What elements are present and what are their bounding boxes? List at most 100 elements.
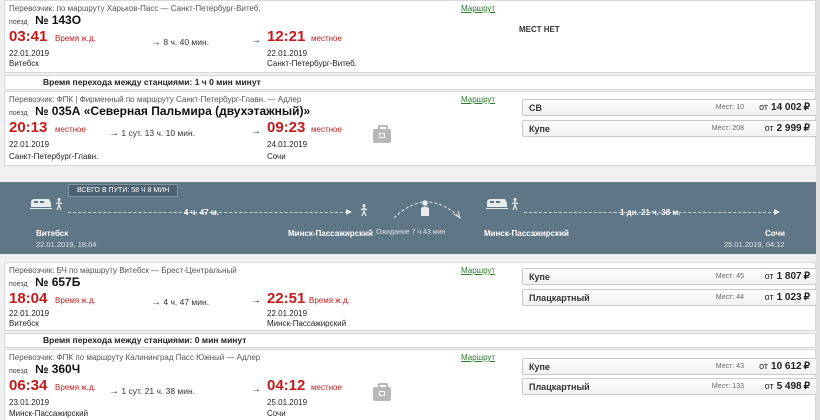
- train-number: № 360Ч: [35, 362, 81, 376]
- train-label: поезд: [9, 368, 28, 375]
- destination-station: Сочи: [765, 229, 786, 238]
- fare-price: от 1 807 ₽: [764, 271, 810, 282]
- origin-datetime: 22.01.2019, 18:04: [36, 240, 97, 249]
- departure-time: 03:41: [9, 28, 48, 45]
- fare-option-platskart[interactable]: Плацкартный Мест: 133 от 5 498 ₽: [522, 378, 817, 395]
- arrow-right-icon: →: [251, 295, 261, 306]
- arrival-time-note: местное: [311, 34, 342, 43]
- fare-class: Купе: [529, 272, 550, 282]
- leg1-duration: 4 ч. 47 м.: [184, 208, 220, 217]
- fare-option-kupe[interactable]: Купе Мест: 45 от 1 807 ₽: [522, 268, 817, 285]
- transfer-station-departure: Минск-Пассажирский: [484, 229, 569, 238]
- fare-option-platskart[interactable]: Плацкартный Мест: 44 от 1 023 ₽: [522, 289, 817, 306]
- fare-seats: Мест: 44: [715, 294, 744, 301]
- scrollbar[interactable]: [816, 0, 820, 420]
- carrier-info: Перевозчик: БЧ по маршруту Витебск — Бре…: [9, 266, 237, 275]
- fare-price: от 2 999 ₽: [764, 123, 810, 134]
- arrival-date: 24.01.2019: [267, 140, 308, 149]
- fare-price: от 14 002 ₽: [759, 102, 810, 113]
- transfer-time-bar: Время перехода между станциями: 1 ч 0 ми…: [4, 75, 816, 90]
- departure-time-note: Время ж.д.: [55, 34, 96, 43]
- arrow-right-icon: →: [109, 386, 119, 397]
- fare-price: от 1 023 ₽: [764, 292, 810, 303]
- trip-duration: → 1 сут. 21 ч. 38 мин.: [109, 386, 195, 397]
- departure-station: Санкт-Петербург-Главн.: [9, 152, 99, 161]
- walking-person-icon: [511, 198, 519, 210]
- waiting-time: Ожидание 7 ч 43 мин: [376, 229, 446, 236]
- waiting-person-icon: [421, 200, 429, 216]
- departure-time: 18:04: [9, 290, 48, 307]
- arrival-time: 12:21: [267, 28, 306, 45]
- arrival-date: 25.01.2019: [267, 398, 308, 407]
- arrival-time: 04:12: [267, 377, 306, 394]
- train-card-657: Перевозчик: БЧ по маршруту Витебск — Бре…: [4, 262, 817, 331]
- route-link[interactable]: Маршрут: [461, 95, 495, 104]
- duration-text: 4 ч. 47 мин.: [163, 297, 210, 307]
- arrow-right-icon: →: [151, 37, 161, 48]
- route-link[interactable]: Маршрут: [461, 266, 495, 275]
- leg2-arrow-icon: [774, 209, 780, 215]
- fare-class: Плацкартный: [529, 382, 590, 392]
- walking-person-icon: [360, 204, 368, 216]
- arrival-time: 09:23: [267, 119, 306, 136]
- departure-station: Витебск: [9, 319, 39, 328]
- fare-option-kupe[interactable]: Купе Мест: 208 от 2 999 ₽: [522, 120, 817, 137]
- departure-time-note: Время ж.д.: [55, 296, 96, 305]
- destination-datetime: 25.01.2019, 04:12: [724, 240, 785, 249]
- fare-seats: Мест: 208: [711, 125, 744, 132]
- origin-station: Витебск: [36, 229, 69, 238]
- departure-time-note: местное: [55, 125, 86, 134]
- duration-text: 8 ч. 40 мин.: [163, 37, 210, 47]
- departure-station: Витебск: [9, 59, 39, 68]
- arrival-time-note: Время ж.д.: [309, 296, 350, 305]
- carrier-info: Перевозчик: ФПК | Фирменный по маршруту …: [9, 95, 302, 104]
- train-card-360: Перевозчик: ФПК по маршруту Калининград …: [4, 349, 817, 420]
- arrow-right-icon: →: [251, 35, 261, 46]
- route-summary-panel: ВСЕГО В ПУТИ: 58 Ч 8 МИН 4 ч. 47 м. 1 дн…: [0, 182, 820, 254]
- arrow-right-icon: →: [109, 128, 119, 139]
- fare-class: Купе: [529, 124, 550, 134]
- arrival-date: 22.01.2019: [267, 49, 308, 58]
- duration-text: 1 сут. 21 ч. 38 мин.: [121, 386, 196, 396]
- train-label: поезд: [9, 281, 28, 288]
- route-link[interactable]: Маршрут: [461, 353, 495, 362]
- departure-station: Минск-Пассажирский: [9, 409, 89, 418]
- trip-duration: → 8 ч. 40 мин.: [151, 37, 209, 48]
- train-card-035: Перевозчик: ФПК | Фирменный по маршруту …: [4, 91, 817, 166]
- baggage-icon: [373, 125, 391, 143]
- departure-date: 23.01.2019: [9, 398, 50, 407]
- train-number: № 143О: [35, 13, 82, 27]
- trip-duration: → 4 ч. 47 мин.: [151, 297, 209, 308]
- trip-duration: → 1 сут. 13 ч. 10 мин.: [109, 128, 195, 139]
- train-label: поезд: [9, 19, 28, 26]
- fare-class: Купе: [529, 362, 550, 372]
- arrival-station: Сочи: [267, 409, 286, 418]
- fare-class: СВ: [529, 103, 542, 113]
- train-number: № 035А «Северная Пальмира (двухэтажный)»: [35, 104, 311, 118]
- arrow-right-icon: →: [251, 126, 261, 137]
- leg2-duration: 1 дн. 21 ч. 38 м.: [620, 208, 681, 217]
- fare-seats: Мест: 133: [711, 383, 744, 390]
- departure-date: 22.01.2019: [9, 309, 50, 318]
- arrival-station: Сочи: [267, 152, 286, 161]
- fare-option-kupe[interactable]: Купе Мест: 43 от 10 612 ₽: [522, 358, 817, 375]
- fare-price: от 10 612 ₽: [759, 361, 810, 372]
- train-icon: [486, 199, 508, 209]
- walking-person-icon: [55, 198, 63, 210]
- departure-date: 22.01.2019: [9, 140, 50, 149]
- fare-class: Плацкартный: [529, 293, 590, 303]
- departure-time-note: Время ж.д.: [55, 383, 96, 392]
- departure-time: 06:34: [9, 377, 48, 394]
- arrival-station: Санкт-Петербург-Витеб.: [267, 59, 357, 68]
- carrier-info: Перевозчик: ФПК по маршруту Калининград …: [9, 353, 261, 362]
- arrival-station: Минск-Пассажирский: [267, 319, 347, 328]
- leg1-arrow-icon: [346, 209, 352, 215]
- fare-seats: Мест: 43: [715, 363, 744, 370]
- arrival-time: 22:51: [267, 290, 306, 307]
- no-seats-label: МЕСТ НЕТ: [519, 25, 560, 34]
- route-link[interactable]: Маршрут: [461, 4, 495, 13]
- train-card-143: Перевозчик: по маршруту Харьков-Пасс — С…: [4, 0, 816, 73]
- arrival-date: 22.01.2019: [267, 309, 308, 318]
- departure-date: 22.01.2019: [9, 49, 50, 58]
- fare-option-sv[interactable]: СВ Мест: 10 от 14 002 ₽: [522, 99, 817, 116]
